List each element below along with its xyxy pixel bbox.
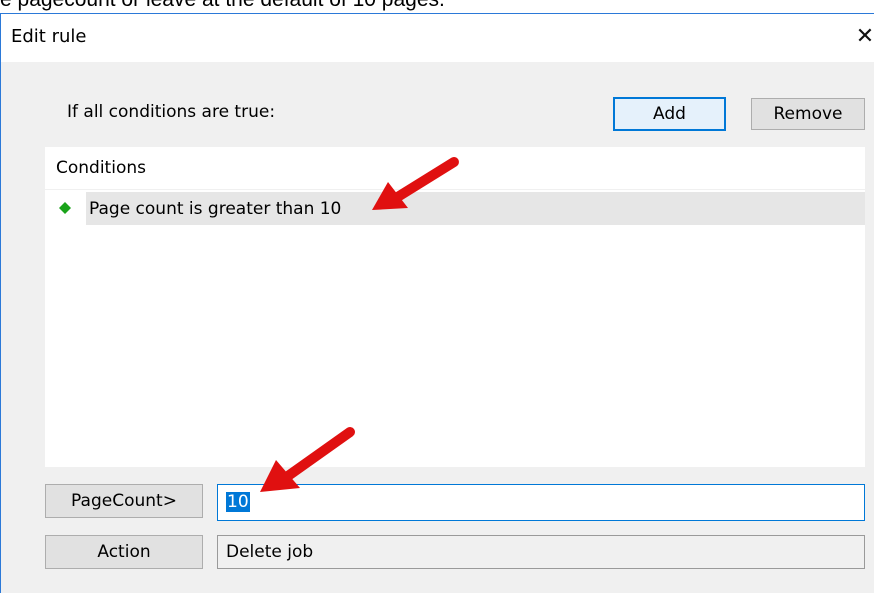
title-bar: Edit rule ✕ <box>1 14 874 62</box>
green-diamond-icon <box>59 202 71 214</box>
pagecount-button[interactable]: PageCount> <box>45 484 203 518</box>
add-button[interactable]: Add <box>613 97 726 131</box>
dialog-title: Edit rule <box>11 26 87 47</box>
edit-rule-dialog: Edit rule ✕ If all conditions are true: … <box>0 13 874 593</box>
pagecount-value: 10 <box>226 492 250 512</box>
close-icon[interactable]: ✕ <box>853 24 874 50</box>
annotation-arrow-icon <box>260 427 355 492</box>
annotation-arrow-icon <box>372 157 459 210</box>
condition-text: Page count is greater than 10 <box>89 199 342 219</box>
conditions-column-header: Conditions <box>56 158 146 178</box>
conditions-instruction-label: If all conditions are true: <box>67 102 276 122</box>
condition-list-item[interactable]: Page count is greater than 10 <box>86 192 865 225</box>
action-button[interactable]: Action <box>45 535 203 569</box>
action-field[interactable]: Delete job <box>217 535 865 569</box>
tutorial-caption-text: e pagecount or leave at the default of 1… <box>0 0 445 13</box>
remove-button[interactable]: Remove <box>751 98 865 130</box>
